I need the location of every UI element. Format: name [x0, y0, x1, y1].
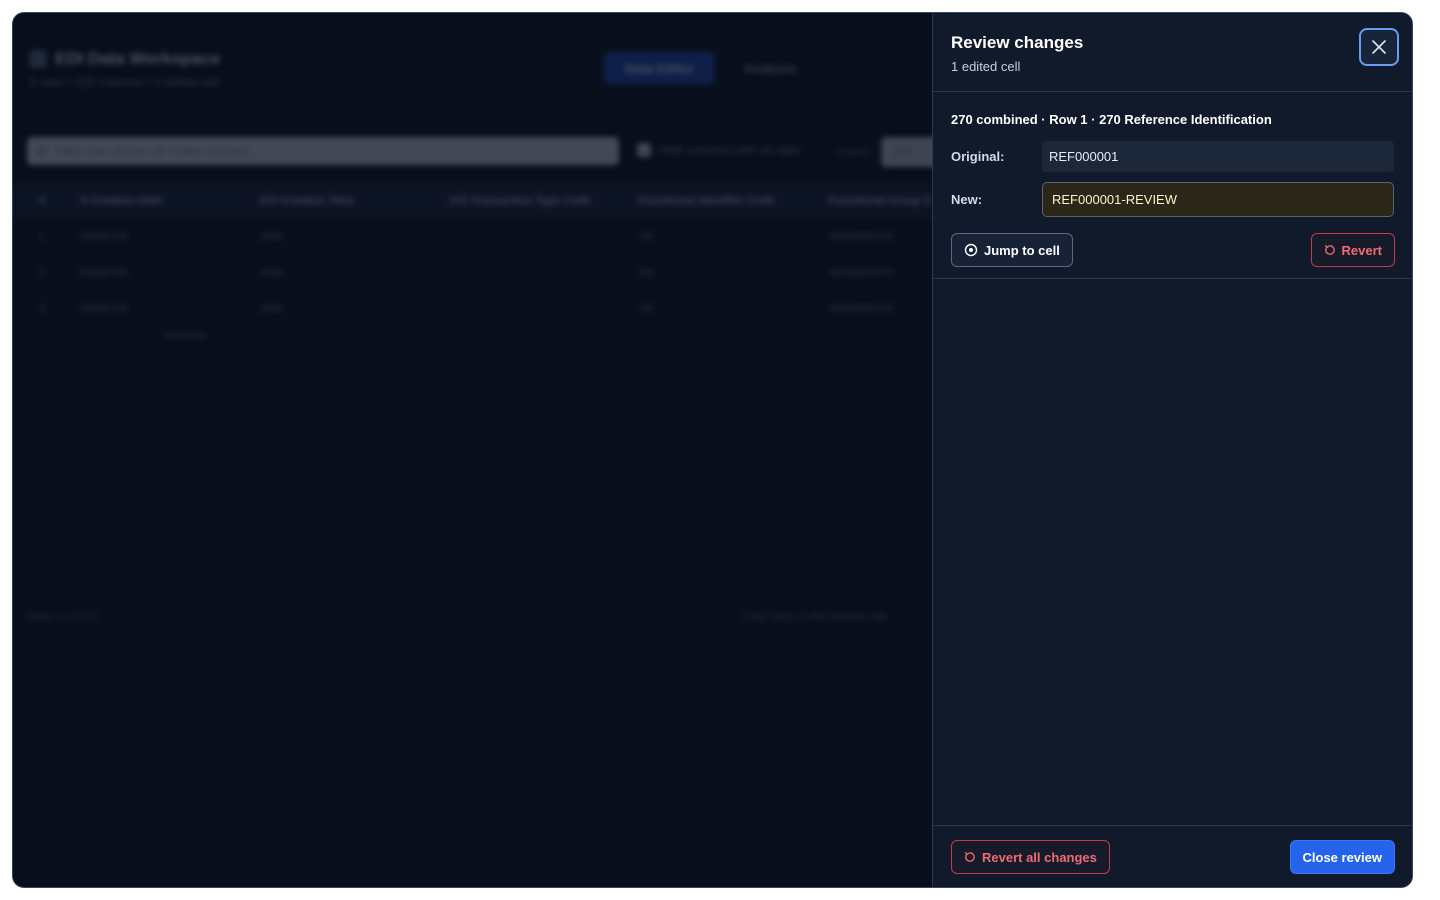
jump-to-cell-label: Jump to cell: [984, 242, 1060, 258]
undo-icon: [1324, 244, 1335, 255]
drawer-header: Review changes 1 edited cell: [933, 13, 1412, 92]
revert-button[interactable]: Revert: [1310, 233, 1395, 267]
change-item: 270 combined · Row 1 · 270 Reference Ide…: [933, 92, 1412, 279]
close-review-button[interactable]: Close review: [1289, 840, 1395, 874]
review-changes-drawer: Review changes 1 edited cell 270 combine…: [932, 13, 1412, 887]
target-icon: [964, 243, 978, 257]
app-window: EDI Data Workspace 3 rows • 325 columns …: [12, 12, 1413, 888]
new-value-row: New: REF000001-REVIEW: [951, 182, 1395, 217]
original-value: REF000001: [1042, 141, 1394, 172]
revert-label: Revert: [1341, 242, 1382, 258]
change-location: 270 combined · Row 1 · 270 Reference Ide…: [951, 112, 1272, 127]
change-actions: Jump to cell Revert: [951, 233, 1395, 267]
revert-all-changes-button[interactable]: Revert all changes: [951, 840, 1110, 874]
original-value-row: Original: REF000001: [951, 141, 1395, 172]
new-label: New:: [951, 192, 983, 207]
revert-all-label: Revert all changes: [982, 849, 1097, 865]
close-drawer-button[interactable]: [1359, 28, 1399, 66]
jump-to-cell-button[interactable]: Jump to cell: [951, 233, 1073, 267]
undo-icon: [964, 851, 975, 862]
original-label: Original:: [951, 149, 1005, 164]
drawer-footer: Revert all changes Close review: [933, 825, 1412, 887]
close-icon: [1372, 40, 1386, 54]
drawer-title: Review changes: [951, 33, 1084, 52]
drawer-subtitle: 1 edited cell: [951, 59, 1021, 74]
new-value: REF000001-REVIEW: [1042, 182, 1394, 217]
